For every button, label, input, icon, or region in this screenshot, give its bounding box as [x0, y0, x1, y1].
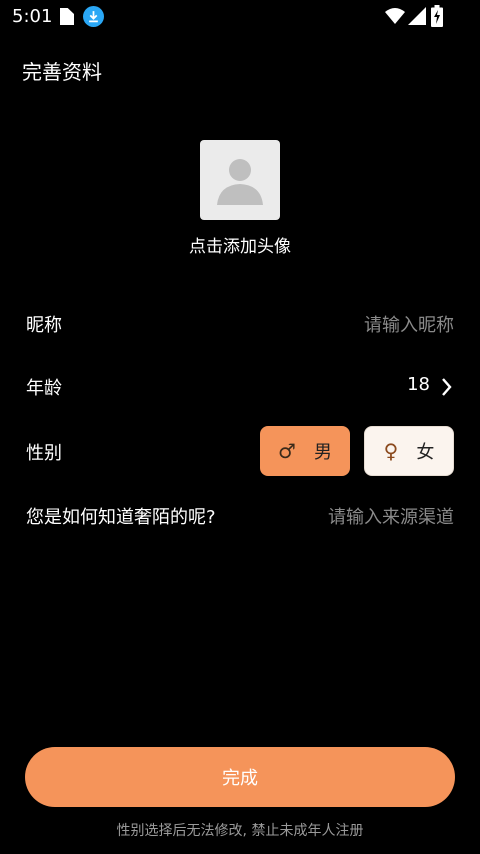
wifi-icon	[385, 8, 405, 24]
person-placeholder-icon	[217, 159, 263, 205]
chevron-right-icon[interactable]	[440, 376, 454, 398]
done-button[interactable]: 完成	[25, 747, 455, 807]
age-label: 年龄	[26, 378, 62, 399]
gender-male-button[interactable]: ♂ 男	[260, 426, 350, 476]
nickname-label: 昵称	[26, 315, 62, 336]
gender-male-label: 男	[313, 442, 332, 463]
male-icon: ♂	[278, 439, 296, 463]
gender-female-label: 女	[416, 442, 435, 463]
status-time: 5:01	[12, 6, 53, 27]
signal-icon	[408, 7, 426, 25]
source-input[interactable]: 请输入来源渠道	[328, 503, 454, 529]
sim-card-icon	[60, 8, 74, 25]
status-bar: 5:01	[0, 0, 480, 34]
nickname-input[interactable]: 请输入昵称	[364, 311, 454, 337]
gender-female-button[interactable]: ♀ 女	[364, 426, 454, 476]
page-title: 完善资料	[22, 60, 102, 84]
download-icon	[83, 6, 104, 27]
age-value[interactable]: 18	[407, 374, 430, 395]
avatar-label[interactable]: 点击添加头像	[0, 232, 480, 257]
footer-note: 性别选择后无法修改, 禁止未成年人注册	[116, 823, 364, 839]
gender-label: 性别	[26, 443, 62, 464]
female-icon: ♀	[383, 439, 399, 463]
battery-charging-icon	[431, 5, 443, 27]
avatar-upload-button[interactable]	[200, 140, 280, 220]
source-label: 您是如何知道奢陌的呢?	[26, 507, 216, 528]
